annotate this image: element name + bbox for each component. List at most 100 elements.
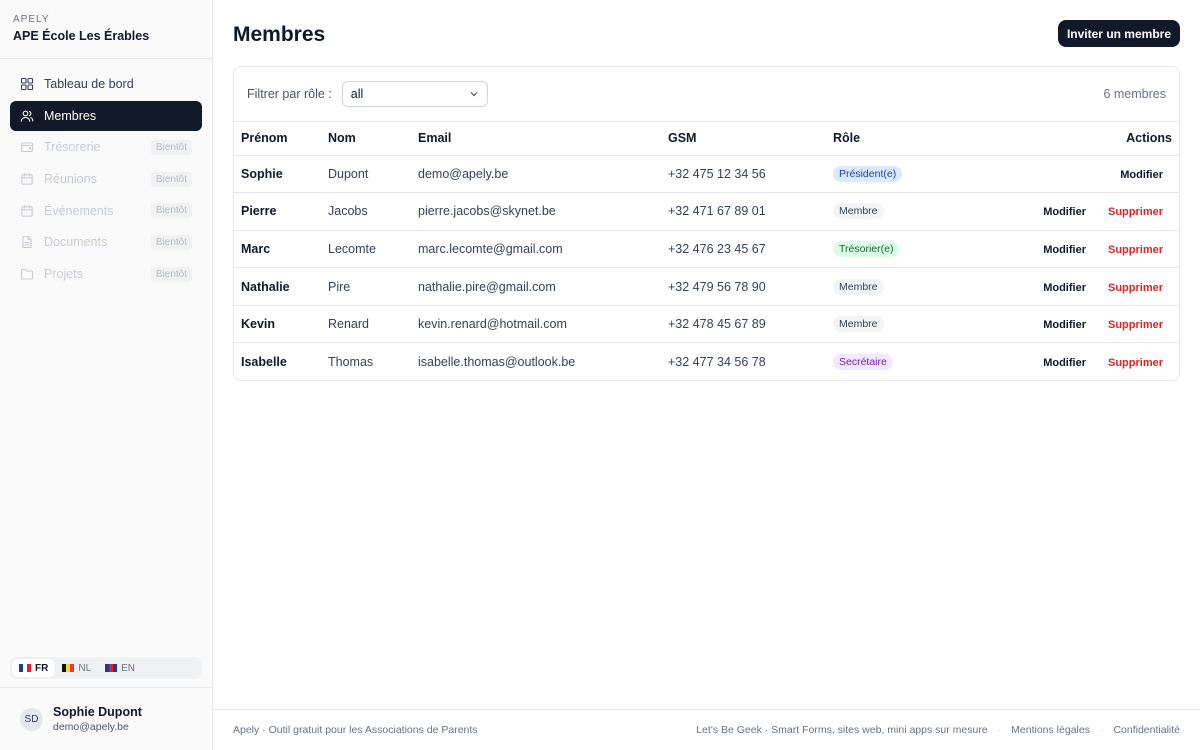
cell-phone: +32 477 34 56 78 [668, 355, 766, 370]
sidebar-item-label: Documents [44, 235, 108, 250]
table-row: Marc Lecomte marc.lecomte@gmail.com +32 476… [234, 230, 1179, 269]
sidebar-item-tableau-de-bord[interactable]: Tableau de bord [10, 69, 202, 99]
flag-icon [62, 664, 75, 672]
cell-email: isabelle.thomas@outlook.be [418, 355, 576, 370]
user-name: Sophie Dupont [53, 705, 142, 719]
wallet-icon [20, 142, 34, 153]
cell-actions: Modifier Supprimer [991, 305, 1179, 344]
sidebar: APELY APE École Les Érables Tableau de b… [0, 0, 213, 750]
cell-lastname: Lecomte [321, 230, 411, 269]
delete-member-button[interactable]: Supprimer [1108, 357, 1163, 369]
cell-email: marc.lecomte@gmail.com [411, 230, 661, 269]
table-row: Sophie Dupont demo@apely.be +32 475 12 34 5… [234, 155, 1179, 194]
cell-email: pierre.jacobs@skynet.be [411, 192, 661, 231]
page-title: Membres [233, 22, 326, 46]
main-content: Membres Inviter un membre Filtrer par rô… [213, 0, 1200, 750]
cell-phone: +32 479 56 78 90 [661, 267, 826, 306]
cell-role: Membre [826, 267, 991, 306]
edit-member-button[interactable]: Modifier [1043, 282, 1086, 294]
cell-firstname: Nathalie [234, 267, 321, 306]
brand: APELY APE École Les Érables [0, 0, 212, 59]
filter-label: Filtrer par rôle : [247, 87, 332, 101]
app-shell: APELY APE École Les Érables Tableau de b… [0, 0, 1200, 750]
cell-role: Membre [826, 192, 991, 231]
column-header-role: Rôle [826, 122, 991, 156]
table-row: Kevin Renard kevin.renard@hotmail.com +32 4… [234, 305, 1179, 344]
language-code: NL [78, 662, 92, 674]
delete-member-button[interactable]: Supprimer [1108, 244, 1163, 256]
delete-member-button[interactable]: Supprimer [1108, 206, 1163, 218]
filter-toolbar: Filtrer par rôle : all 6 membres [234, 67, 1179, 122]
cell-firstname: Kevin [234, 305, 321, 344]
organization-name: APE École Les Érables [13, 29, 150, 43]
footer: Apely · Outil gratuit pour les Associati… [213, 709, 1200, 750]
language-switcher: FR NL EN [10, 657, 202, 679]
role-filter-select[interactable]: all [341, 81, 488, 107]
role-badge: Trésorier(e) [833, 240, 900, 257]
footer-tagline: Apely · Outil gratuit pour les Associati… [233, 724, 478, 736]
edit-member-button[interactable]: Modifier [1043, 244, 1086, 256]
cell-actions: Modifier Supprimer [991, 343, 1179, 380]
cell-phone: +32 478 45 67 89 [661, 305, 826, 344]
cell-lastname: Dupont [321, 155, 411, 194]
sidebar-item-membres[interactable]: Membres [10, 100, 202, 131]
language-option-en[interactable]: EN [98, 659, 142, 677]
column-header-phone: GSM [661, 122, 826, 156]
delete-member-button[interactable]: Supprimer [1108, 282, 1163, 294]
cell-lastname: Renard [321, 305, 411, 344]
footer-link-privacy[interactable]: Confidentialité [1113, 724, 1180, 736]
sidebar-item-label: Membres [44, 108, 97, 123]
cell-role: Président(e) [826, 155, 991, 194]
cell-firstname: Sophie [234, 155, 321, 194]
user-profile[interactable]: SD Sophie Dupont demo@apely.be [0, 687, 212, 750]
cell-actions: Modifier Supprimer [991, 230, 1179, 269]
footer-link-legal[interactable]: Mentions légales [1011, 724, 1090, 736]
cell-firstname: Isabelle [241, 355, 287, 370]
coming-soon-badge: Bientôt [150, 139, 192, 155]
chevron-down-icon [470, 92, 478, 97]
app-name: APELY [13, 14, 50, 25]
edit-member-button[interactable]: Modifier [1043, 319, 1086, 331]
cell-lastname: Jacobs [321, 192, 411, 231]
sidebar-item-documents: Documents Bientôt [10, 227, 202, 257]
members-table: Prénom Nom Email GSM Rôle Actions Sophie… [234, 122, 1179, 380]
footer-link-letsbegeek[interactable]: Let's Be Geek · Smart Forms, sites web, … [696, 724, 987, 736]
cell-phone: +32 471 67 89 01 [661, 192, 826, 231]
cell-email: nathalie.pire@gmail.com [411, 267, 661, 306]
coming-soon-badge: Bientôt [150, 266, 192, 282]
edit-member-button[interactable]: Modifier [1120, 169, 1163, 181]
folder-icon [20, 269, 34, 280]
sidebar-item-label: Événements [44, 203, 114, 218]
users-icon [20, 110, 34, 122]
user-info: Sophie Dupont demo@apely.be [53, 705, 142, 733]
delete-member-button[interactable]: Supprimer [1108, 319, 1163, 331]
invite-member-button[interactable]: Inviter un membre [1057, 20, 1180, 47]
edit-member-button[interactable]: Modifier [1043, 206, 1086, 218]
column-header-lastname: Nom [321, 122, 411, 156]
table-row: Pierre Jacobs pierre.jacobs@skynet.be +32 4… [234, 192, 1179, 231]
flag-icon [105, 664, 118, 672]
dashboard-icon [20, 77, 34, 91]
footer-links: Let's Be Geek · Smart Forms, sites web, … [696, 724, 1180, 736]
sidebar-item-tresorerie: Trésorerie Bientôt [10, 132, 202, 162]
role-badge: Président(e) [833, 165, 903, 182]
column-header-actions: Actions [991, 122, 1179, 156]
cell-role: Trésorier(e) [826, 230, 991, 269]
table-header-row: Prénom Nom Email GSM Rôle Actions [234, 122, 1179, 156]
table-row: Isabelle Thomas isabelle.thomas@outlook.be… [234, 343, 1179, 380]
role-badge: Membre [833, 316, 884, 333]
members-card: Filtrer par rôle : all 6 membres Prénom … [233, 66, 1180, 381]
cell-email: kevin.renard@hotmail.com [411, 305, 661, 344]
coming-soon-badge: Bientôt [150, 171, 192, 187]
edit-member-button[interactable]: Modifier [1043, 357, 1086, 369]
cell-firstname: Pierre [234, 192, 321, 231]
language-option-nl[interactable]: NL [55, 659, 98, 677]
cell-phone: +32 476 23 45 67 [661, 230, 826, 269]
user-email: demo@apely.be [53, 721, 129, 733]
language-code: FR [35, 662, 49, 674]
sidebar-item-evenements: Événements Bientôt [10, 196, 202, 226]
calendar-icon [21, 173, 33, 185]
cell-lastname: Pire [321, 267, 411, 306]
role-badge: Membre [833, 278, 884, 295]
language-option-fr[interactable]: FR [12, 659, 56, 677]
